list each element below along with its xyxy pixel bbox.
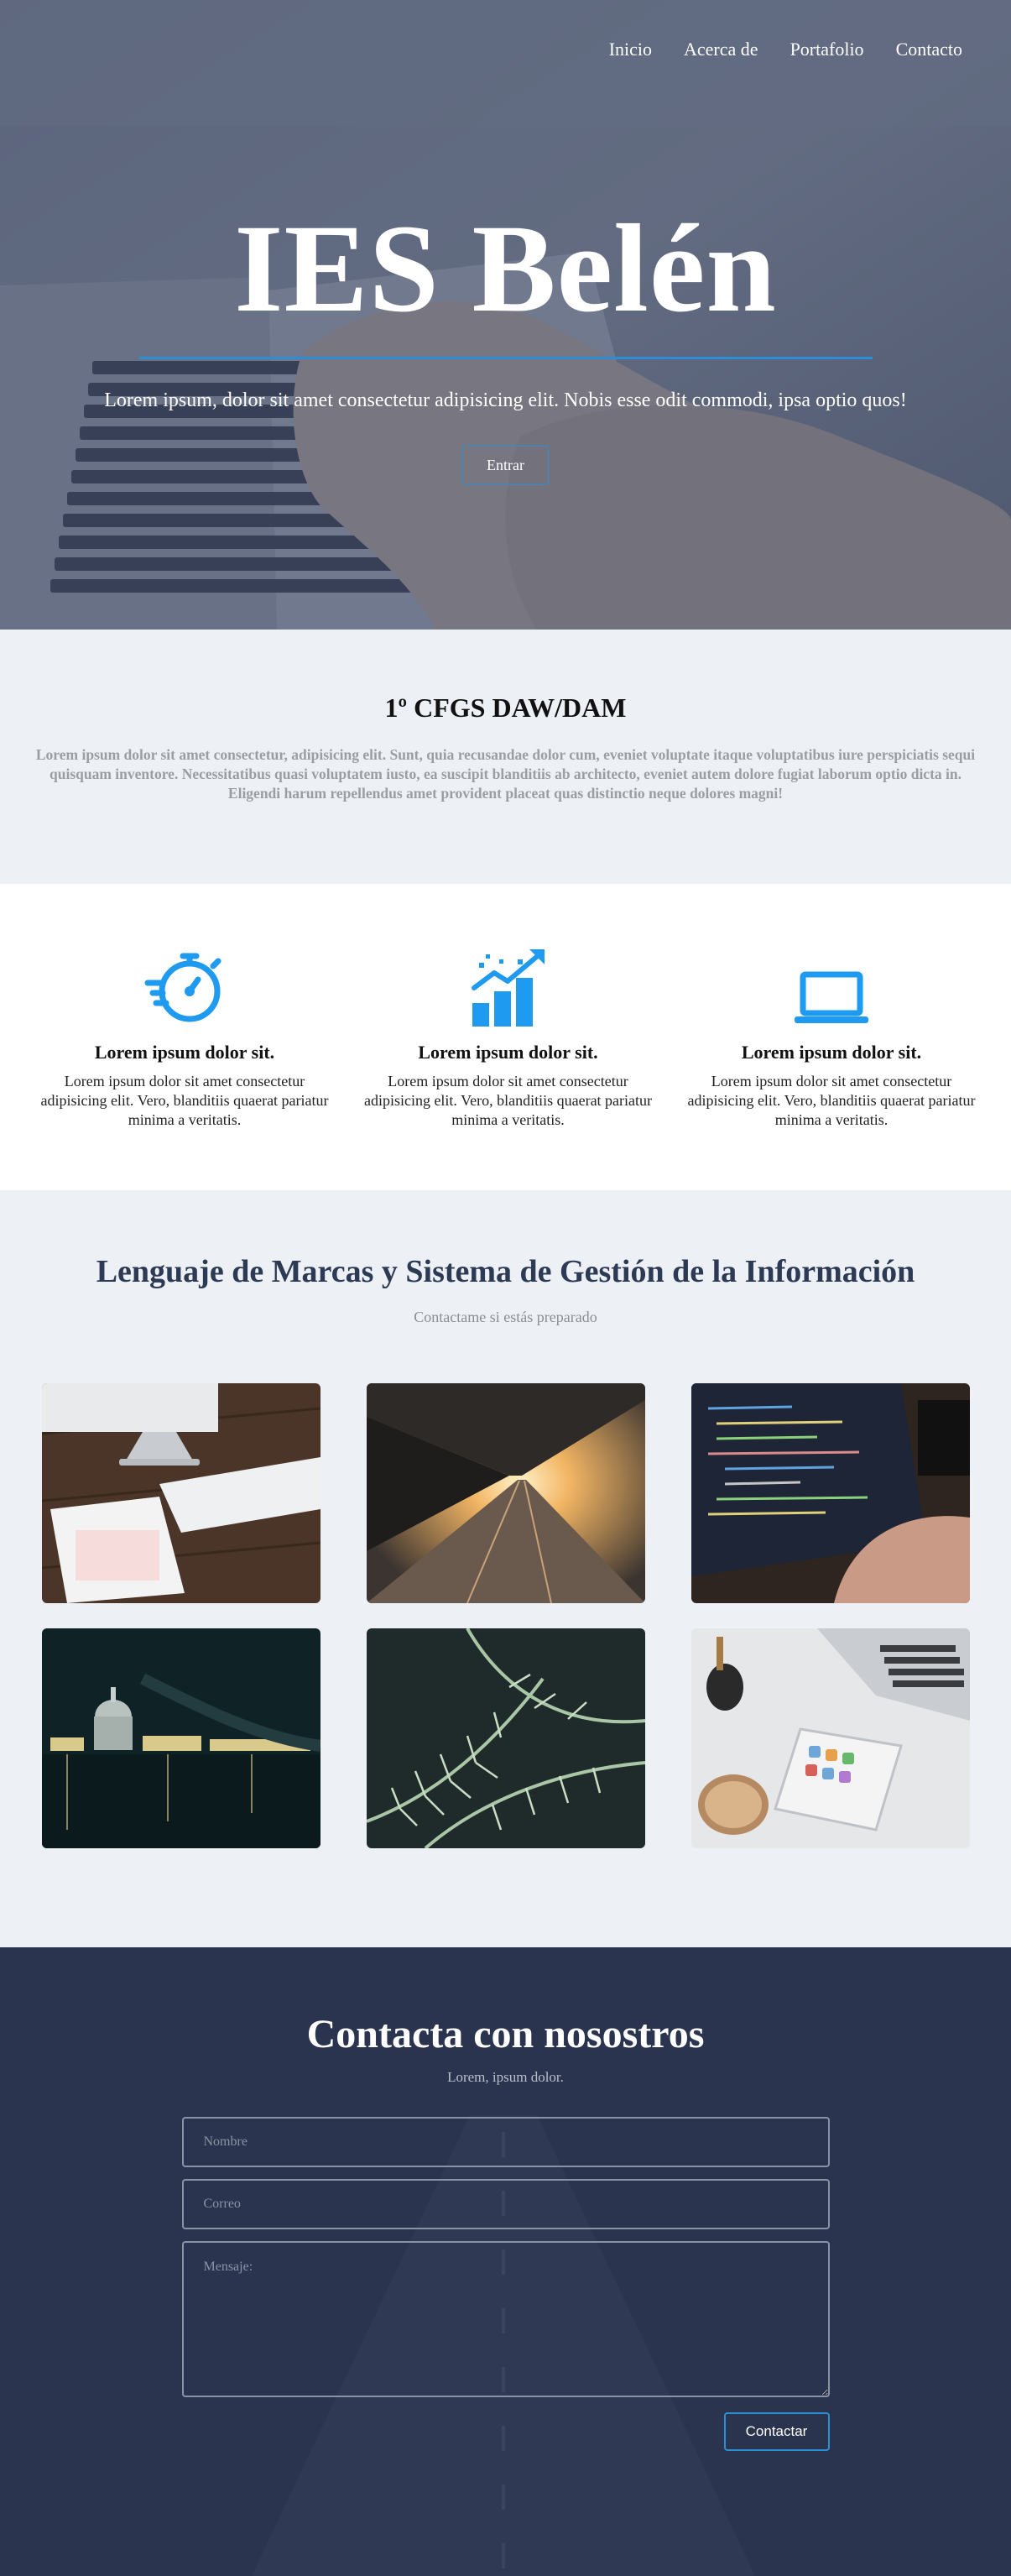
email-field[interactable]	[181, 2179, 830, 2229]
nav-link-inicio[interactable]: Inicio	[609, 39, 652, 60]
feature-card: Lorem ipsum dolor sit. Lorem ipsum dolor…	[40, 943, 329, 1190]
contact-subtitle: Lorem, ipsum dolor.	[447, 2069, 564, 2085]
feature-text: Lorem ipsum dolor sit amet consectetur a…	[363, 1073, 653, 1128]
features-section: Lorem ipsum dolor sit. Lorem ipsum dolor…	[0, 884, 1011, 1190]
phone-laptop-desk-photo[interactable]	[691, 1628, 970, 1848]
contact-submit-button[interactable]: Contactar	[723, 2412, 830, 2451]
hero-section: Inicio Acerca de Portafolio Contacto IES…	[0, 0, 1011, 630]
feature-title: Lorem ipsum dolor sit.	[94, 1042, 275, 1063]
contact-section: Contacta con nosostros Lorem, ipsum dolo…	[0, 1947, 1011, 2576]
nav-link-portafolio[interactable]: Portafolio	[790, 39, 864, 60]
portfolio-section: Lenguaje de Marcas y Sistema de Gestión …	[0, 1190, 1011, 1947]
contact-title: Contacta con nosostros	[306, 2012, 705, 2056]
portfolio-subtitle: Contactame si estás preparado	[414, 1309, 597, 1325]
form-actions: Contactar	[182, 2412, 830, 2451]
hero-subtitle: Lorem ipsum, dolor sit amet consectetur …	[104, 389, 907, 411]
laptop-code-photo[interactable]	[691, 1383, 970, 1603]
stopwatch-icon	[40, 943, 329, 1027]
hero-content: IES Belén Lorem ipsum, dolor sit amet co…	[0, 206, 1011, 485]
hero-title: IES Belén	[234, 199, 777, 338]
intro-title: 1º CFGS DAW/DAM	[384, 692, 627, 723]
intro-text: Lorem ipsum dolor sit amet consectetur, …	[35, 746, 976, 802]
contact-form: Contactar	[181, 2117, 830, 2451]
night-city-photo[interactable]	[41, 1628, 320, 1848]
train-station-photo[interactable]	[366, 1383, 645, 1603]
enter-button[interactable]: Entrar	[462, 446, 549, 485]
intro-section: 1º CFGS DAW/DAM Lorem ipsum dolor sit am…	[0, 630, 1011, 884]
fern-leaves-photo[interactable]	[366, 1628, 645, 1848]
feature-card: Lorem ipsum dolor sit. Lorem ipsum dolor…	[364, 943, 653, 1190]
portfolio-title: Lenguaje de Marcas y Sistema de Gestión …	[96, 1254, 915, 1289]
feature-card: Lorem ipsum dolor sit. Lorem ipsum dolor…	[687, 943, 976, 1190]
feature-title: Lorem ipsum dolor sit.	[418, 1042, 598, 1063]
hero-divider	[138, 357, 873, 359]
feature-text: Lorem ipsum dolor sit amet consectetur a…	[40, 1073, 329, 1128]
main-nav: Inicio Acerca de Portafolio Contacto	[609, 39, 962, 60]
nav-link-acerca-de[interactable]: Acerca de	[684, 39, 758, 60]
feature-title: Lorem ipsum dolor sit.	[741, 1042, 922, 1063]
message-field[interactable]	[181, 2241, 830, 2397]
desk-imac-photo[interactable]	[41, 1383, 320, 1603]
portfolio-gallery	[0, 1383, 1011, 1848]
feature-text: Lorem ipsum dolor sit amet consectetur a…	[687, 1073, 976, 1128]
laptop-icon	[687, 943, 976, 1027]
name-field[interactable]	[181, 2117, 830, 2167]
nav-link-contacto[interactable]: Contacto	[896, 39, 962, 60]
growth-chart-icon	[364, 943, 653, 1027]
